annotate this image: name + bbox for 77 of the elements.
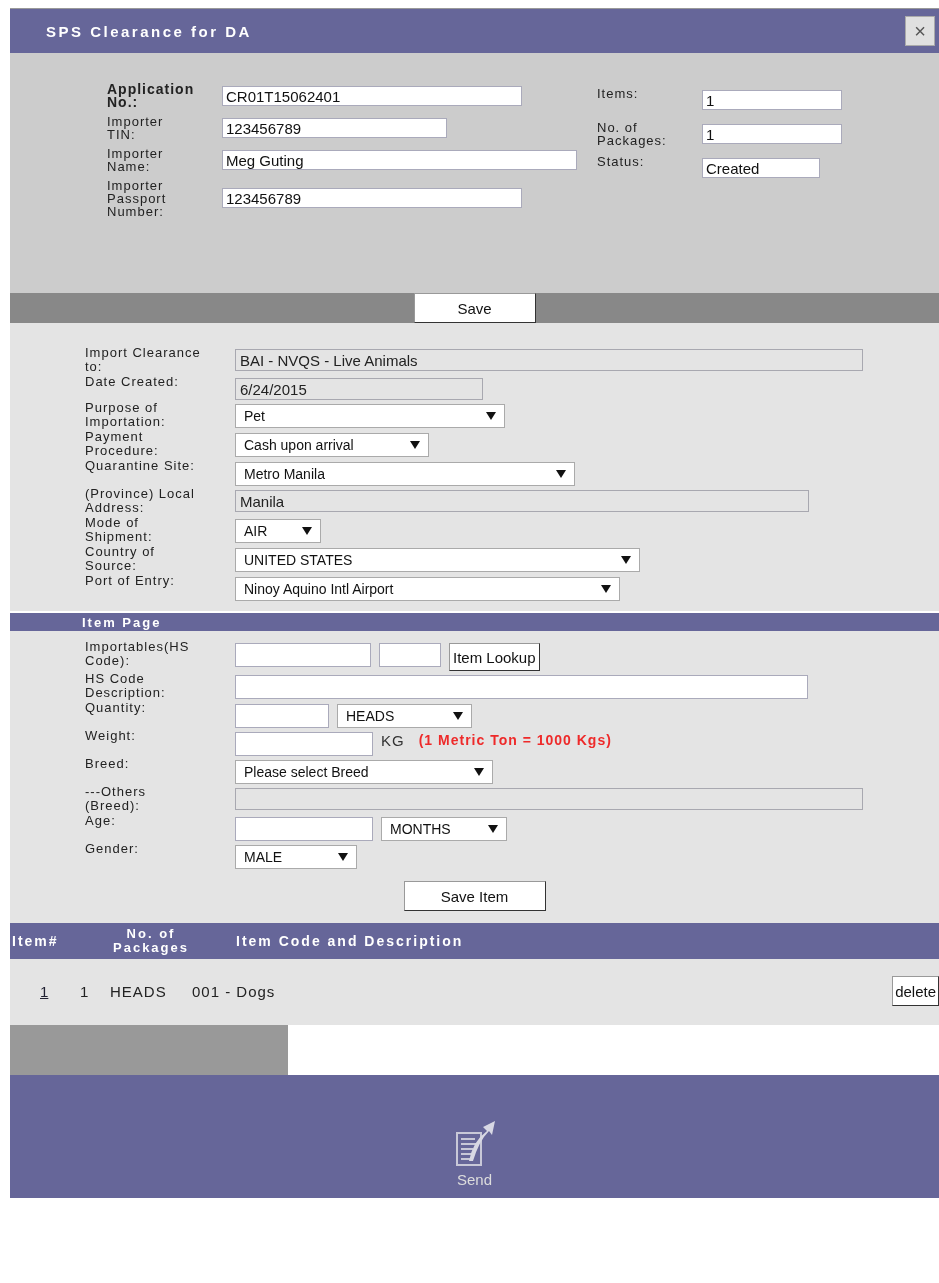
save-item-button[interactable]: Save Item xyxy=(403,881,546,911)
text-field[interactable]: 1 xyxy=(702,90,842,110)
conversion-note: (1 Metric Ton = 1000 Kgs) xyxy=(418,732,612,748)
dropdown-arrow-icon xyxy=(486,412,496,420)
delete-button[interactable]: delete xyxy=(892,976,939,1006)
field-label: Items: xyxy=(597,85,640,103)
table-cell-text: HEADS xyxy=(110,982,168,1000)
close-button[interactable]: × xyxy=(905,16,935,46)
dropdown[interactable]: MALE xyxy=(235,845,357,869)
readonly-field: Manila xyxy=(235,490,809,512)
dropdown[interactable]: Metro Manila xyxy=(235,462,575,486)
dropdown-arrow-icon xyxy=(474,768,484,776)
readonly-field: 6/24/2015 xyxy=(235,378,483,400)
text-field[interactable] xyxy=(235,643,371,667)
unit-label: KG xyxy=(381,732,405,749)
field-label: Port of Entry: xyxy=(85,573,176,590)
send-button[interactable]: Send xyxy=(454,1119,495,1188)
dropdown[interactable]: AIR xyxy=(235,519,321,543)
text-field[interactable]: 123456789 xyxy=(222,187,522,208)
field-label: Quantity: xyxy=(85,700,148,717)
text-field[interactable] xyxy=(379,643,441,667)
dropdown[interactable]: Please select Breed xyxy=(235,760,493,784)
dropdown-arrow-icon xyxy=(601,585,611,593)
dropdown[interactable]: Ninoy Aquino Intl Airport xyxy=(235,577,620,601)
window-title: SPS Clearance for DA xyxy=(46,22,252,40)
field-label: Quarantine Site: xyxy=(85,458,196,475)
field-label: Breed: xyxy=(85,756,131,773)
item-lookup-button[interactable]: Item Lookup xyxy=(449,643,540,671)
field-label: Country of Source: xyxy=(85,544,156,573)
field-label: Purpose of Importation: xyxy=(85,400,167,429)
text-field[interactable]: Created xyxy=(702,158,820,178)
dropdown[interactable]: Cash upon arrival xyxy=(235,433,429,457)
field-label: Date Created: xyxy=(85,374,180,391)
column-header: No. of Packages xyxy=(112,927,190,955)
field-label: Age: xyxy=(85,813,117,830)
field-label: Payment Procedure: xyxy=(85,429,160,458)
text-field[interactable] xyxy=(235,817,373,841)
field-label: Status: xyxy=(597,153,646,171)
dropdown-arrow-icon xyxy=(556,470,566,478)
text-field[interactable]: 123456789 xyxy=(222,118,447,138)
dropdown[interactable]: HEADS xyxy=(337,704,472,728)
field-label: HS Code Description: xyxy=(85,671,167,700)
dropdown[interactable]: Pet xyxy=(235,404,505,428)
text-field[interactable]: 1 xyxy=(702,124,842,144)
text-field[interactable]: CR01T15062401 xyxy=(222,86,522,106)
section-title: Item Page xyxy=(82,614,162,630)
field-label: Import Clearance to: xyxy=(85,345,201,374)
item-link[interactable]: 1 xyxy=(40,982,80,1000)
dropdown-arrow-icon xyxy=(453,712,463,720)
dropdown-arrow-icon xyxy=(621,556,631,564)
dropdown-arrow-icon xyxy=(302,527,312,535)
save-button[interactable]: Save xyxy=(413,293,536,323)
dropdown[interactable]: UNITED STATES xyxy=(235,548,640,572)
text-field[interactable] xyxy=(235,704,329,728)
dropdown[interactable]: MONTHS xyxy=(381,817,507,841)
field-label: (Province) Local Address: xyxy=(85,486,196,515)
field-label: Weight: xyxy=(85,728,137,745)
field-label: Gender: xyxy=(85,841,140,858)
field-label: Importer Name: xyxy=(107,145,165,175)
dropdown-arrow-icon xyxy=(338,853,348,861)
document-send-icon xyxy=(454,1119,495,1167)
dropdown-arrow-icon xyxy=(410,441,420,449)
column-header: Item Code and Description xyxy=(235,933,464,949)
dropdown-arrow-icon xyxy=(488,825,498,833)
table-cell-text: 001 - Dogs xyxy=(192,982,277,1000)
column-header: Item# xyxy=(11,933,60,949)
text-field[interactable]: Meg Guting xyxy=(222,150,577,170)
field-label: Importer Passport Number: xyxy=(107,177,168,218)
field-label: No. of Packages: xyxy=(597,119,668,149)
field-label: Mode of Shipment: xyxy=(85,515,154,544)
readonly-field: BAI - NVQS - Live Animals xyxy=(235,349,863,371)
field-label: Importables(HS Code): xyxy=(85,639,191,670)
field-label: ---Others (Breed): xyxy=(85,784,147,813)
field-label: Importer TIN: xyxy=(107,113,165,143)
text-field[interactable] xyxy=(235,732,373,756)
table-cell-text: 1 xyxy=(80,982,91,1000)
text-field[interactable] xyxy=(235,675,808,699)
